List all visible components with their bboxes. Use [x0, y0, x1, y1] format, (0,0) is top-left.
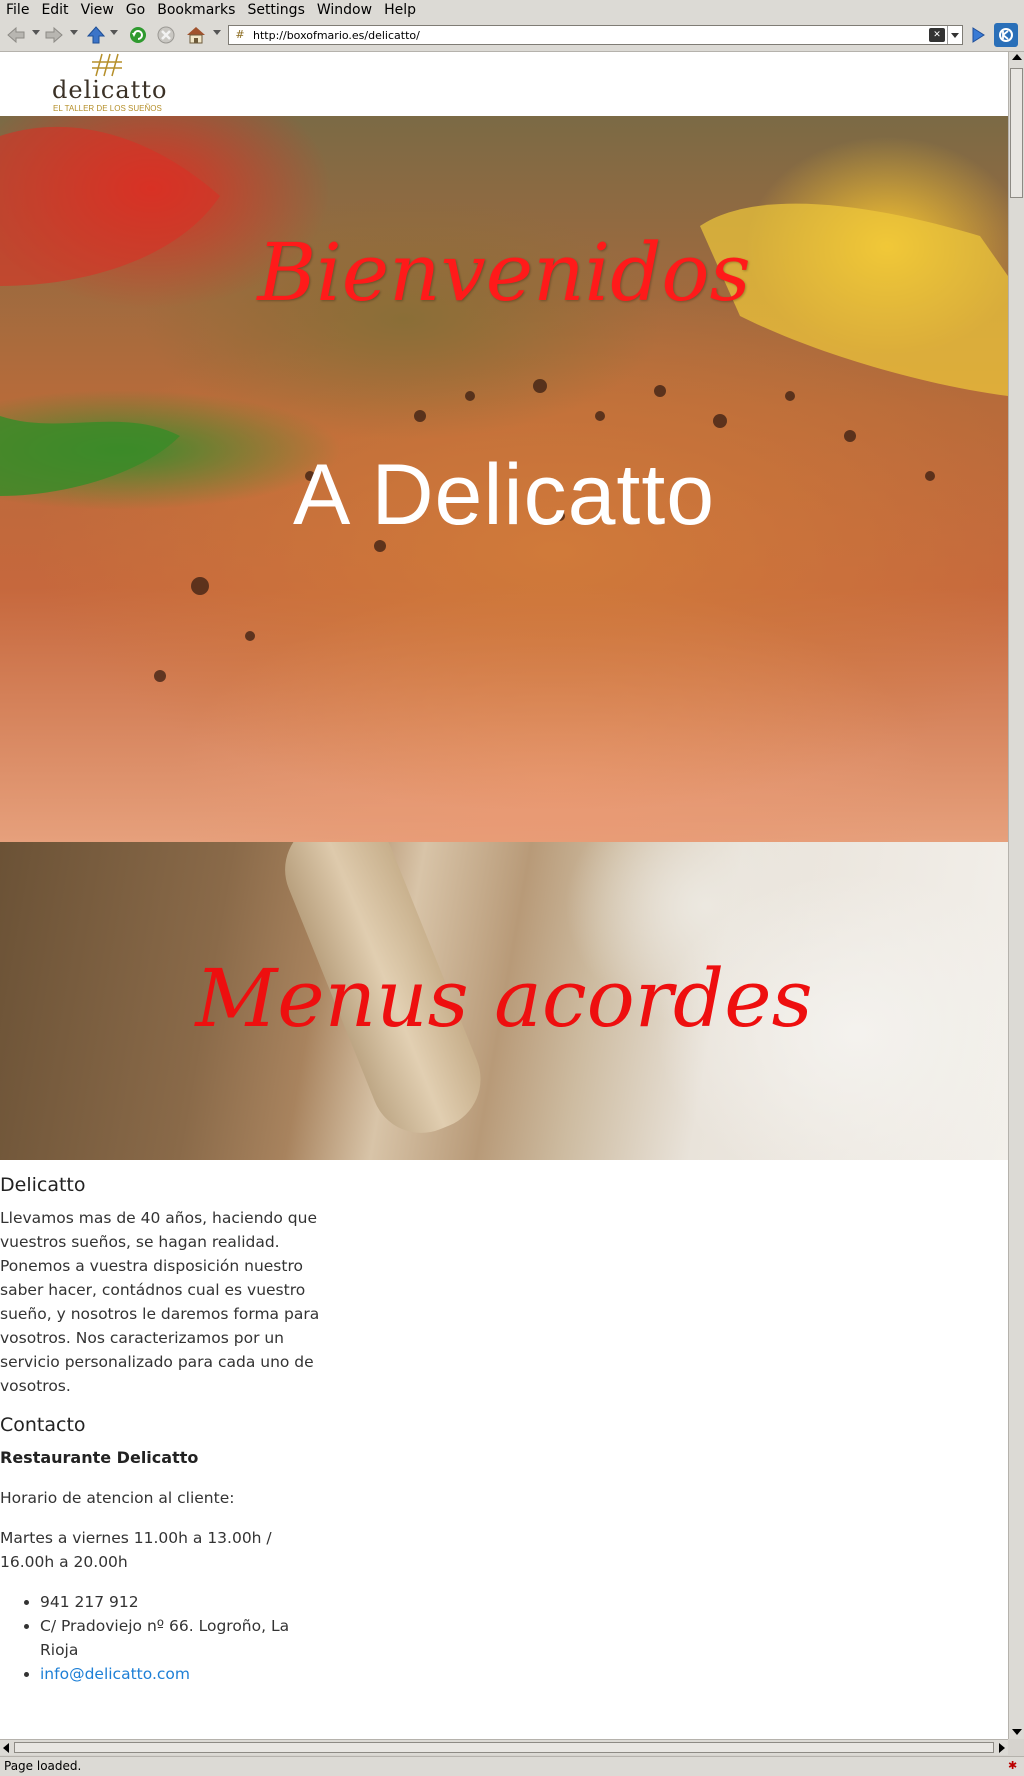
scroll-up-icon[interactable]: [1012, 54, 1022, 60]
phone-item: 941 217 912: [40, 1590, 320, 1614]
vertical-scroll-thumb[interactable]: [1010, 68, 1023, 198]
stop-icon: [157, 26, 175, 44]
contact-list: 941 217 912 C/ Pradoviejo nº 66. Logroño…: [0, 1590, 320, 1686]
url-input[interactable]: [253, 27, 929, 43]
forward-button[interactable]: [42, 23, 66, 47]
security-bug-icon[interactable]: ✱: [1008, 1759, 1020, 1773]
menus-banner: Menus acordes: [0, 842, 1008, 1160]
konqueror-button[interactable]: [994, 23, 1018, 47]
status-bar: Page loaded. ✱: [0, 1756, 1024, 1776]
reload-icon: [130, 27, 146, 43]
hours-label: Horario de atencion al cliente:: [0, 1489, 235, 1507]
menu-window[interactable]: Window: [311, 0, 378, 20]
up-arrow-icon: [86, 26, 106, 44]
menu-edit[interactable]: Edit: [35, 0, 74, 20]
kde-gear-icon: [999, 28, 1013, 42]
page-viewport: delicatto EL TALLER DE LOS SUEÑOS Bienve…: [0, 52, 1008, 1739]
site-header: delicatto EL TALLER DE LOS SUEÑOS: [0, 52, 1008, 116]
hero-brand-heading: A Delicatto: [292, 447, 716, 543]
email-link[interactable]: info@delicatto.com: [40, 1665, 190, 1683]
up-dropdown-icon[interactable]: [110, 30, 118, 35]
logo-tagline: EL TALLER DE LOS SUEÑOS: [53, 104, 162, 113]
back-button[interactable]: [4, 23, 28, 47]
reload-button[interactable]: [126, 23, 150, 47]
contact-heading: Contacto: [0, 1414, 86, 1436]
back-arrow-icon: [7, 26, 25, 44]
clear-url-icon[interactable]: ✕: [929, 28, 945, 42]
scroll-down-icon[interactable]: [1012, 1729, 1022, 1735]
menu-help[interactable]: Help: [378, 0, 422, 20]
navigation-toolbar: # ✕: [0, 20, 1024, 52]
forward-dropdown-icon[interactable]: [70, 30, 78, 35]
back-dropdown-icon[interactable]: [32, 30, 40, 35]
home-button[interactable]: [184, 23, 208, 47]
site-favicon-icon: #: [235, 28, 245, 41]
scroll-left-icon[interactable]: [3, 1743, 9, 1753]
menu-settings[interactable]: Settings: [241, 0, 310, 20]
home-dropdown-icon[interactable]: [213, 30, 221, 35]
main-content: Delicatto Llevamos mas de 40 años, hacie…: [0, 1174, 320, 1686]
restaurant-name: Restaurante Delicatto: [0, 1448, 199, 1467]
go-arrow-icon: [972, 27, 985, 43]
scroll-right-icon[interactable]: [999, 1743, 1005, 1753]
site-logo[interactable]: delicatto EL TALLER DE LOS SUEÑOS: [52, 52, 166, 116]
logo-mark-icon: [92, 53, 122, 77]
hero-welcome-heading: Bienvenidos: [257, 226, 751, 319]
menu-view[interactable]: View: [75, 0, 120, 20]
menu-bookmarks[interactable]: Bookmarks: [151, 0, 241, 20]
url-history-dropdown[interactable]: [947, 26, 962, 44]
menus-heading: Menus acordes: [195, 952, 813, 1045]
vertical-scrollbar[interactable]: [1008, 52, 1024, 1739]
stop-button[interactable]: [154, 23, 178, 47]
about-heading: Delicatto: [0, 1174, 86, 1196]
logo-wordmark: delicatto: [52, 76, 168, 104]
menu-bar: File Edit View Go Bookmarks Settings Win…: [0, 0, 1024, 20]
about-text: Llevamos mas de 40 años, haciendo que vu…: [0, 1209, 320, 1395]
email-item: info@delicatto.com: [40, 1662, 320, 1686]
horizontal-scrollbar[interactable]: [0, 1739, 1008, 1755]
horizontal-scroll-thumb[interactable]: [14, 1742, 994, 1753]
go-button[interactable]: [966, 23, 990, 47]
address-bar: # ✕: [228, 25, 963, 45]
address-item: C/ Pradoviejo nº 66. Logroño, La Rioja: [40, 1614, 320, 1662]
hours-text: Martes a viernes 11.00h a 13.00h / 16.00…: [0, 1529, 272, 1571]
status-text: Page loaded.: [4, 1759, 82, 1773]
hero-section: Bienvenidos A Delicatto: [0, 116, 1008, 842]
home-icon: [187, 27, 205, 44]
up-button[interactable]: [84, 23, 108, 47]
menu-file[interactable]: File: [0, 0, 35, 20]
forward-arrow-icon: [45, 26, 63, 44]
menu-go[interactable]: Go: [120, 0, 151, 20]
